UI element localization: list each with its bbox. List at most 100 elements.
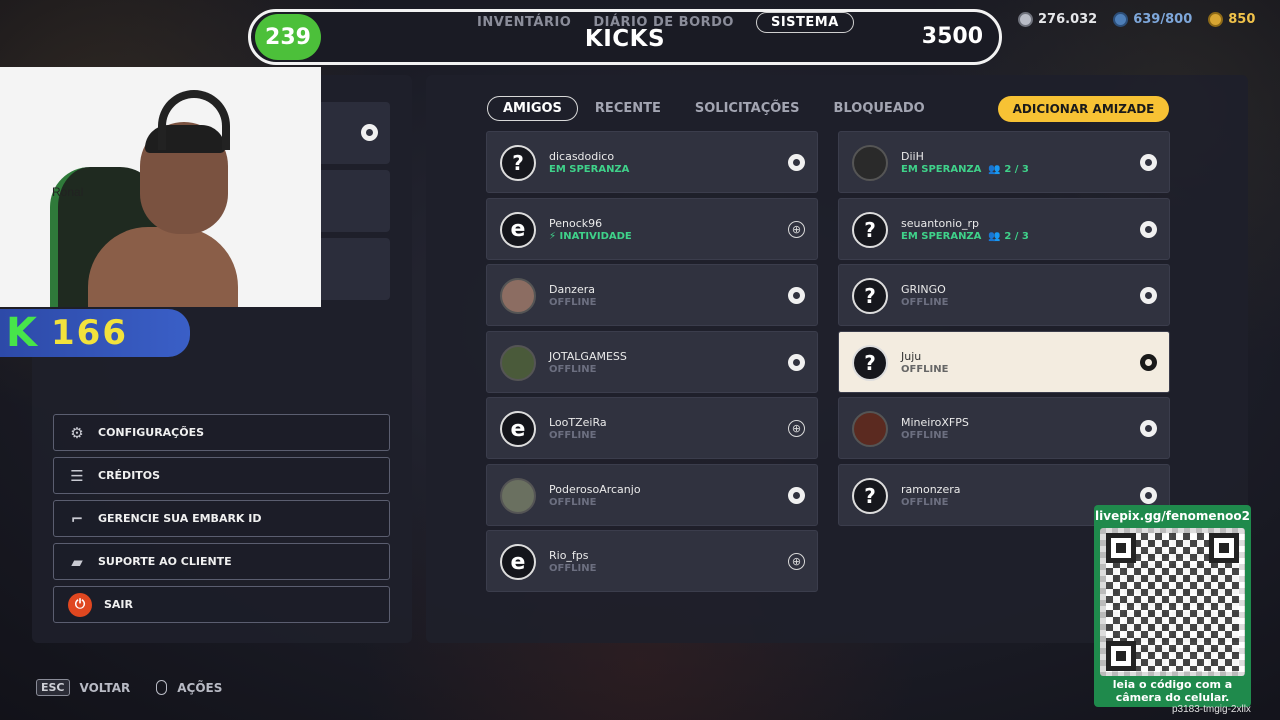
- friend-status: OFFLINE: [549, 297, 597, 308]
- steam-icon: [788, 287, 805, 304]
- currency-value: 639/800: [1133, 12, 1193, 27]
- friends-column-left: ? dicasdodico EM SPERANZA e Penock96 ⚡ I…: [486, 131, 818, 592]
- friend-card[interactable]: Danzera OFFLINE: [486, 264, 818, 326]
- friend-name: Juju: [901, 349, 922, 363]
- friend-status: EM SPERANZA 👥 2 / 3: [901, 231, 1029, 242]
- credits-button[interactable]: ☰ CRÉDITOS: [53, 457, 390, 494]
- tab-bloqueado[interactable]: BLOQUEADO: [817, 97, 942, 120]
- kick-count: 166: [51, 313, 128, 353]
- settings-button[interactable]: ⚙ CONFIGURAÇÕES: [53, 414, 390, 451]
- friend-name: PoderosoArcanjo: [549, 482, 641, 496]
- kick-follower-badge: K 166: [0, 309, 190, 357]
- friend-status-text: EM SPERANZA: [901, 230, 982, 242]
- actions-hint[interactable]: AÇÕES: [177, 681, 222, 695]
- friend-card[interactable]: MineiroXFPS OFFLINE: [838, 397, 1170, 459]
- system-menu: ⚙ CONFIGURAÇÕES ☰ CRÉDITOS ⌐ GERENCIE SU…: [53, 414, 390, 623]
- tab-recente[interactable]: RECENTE: [578, 97, 678, 120]
- profile-photo-avatar: [500, 477, 536, 514]
- party-icon: 👥: [984, 164, 1001, 175]
- friend-name: ramonzera: [901, 482, 961, 496]
- currency-tickets: 639/800: [1113, 12, 1192, 27]
- friend-card[interactable]: ? seuantonio_rp EM SPERANZA 👥 2 / 3: [838, 197, 1170, 260]
- friend-card[interactable]: JOTALGAMESS OFFLINE: [486, 330, 818, 393]
- friend-card[interactable]: e Penock96 ⚡ INATIVIDADE ⊕: [486, 197, 818, 260]
- friend-name: Penock96: [549, 216, 603, 230]
- profile-photo-avatar: [500, 278, 536, 314]
- score-value: 3500: [921, 24, 983, 49]
- friends-tabs: AMIGOS RECENTE SOLICITAÇÕES BLOQUEADO: [487, 96, 942, 121]
- currency-multibucks: 276.032: [1018, 12, 1097, 27]
- friend-name: DiiH: [901, 150, 924, 163]
- unknown-avatar-icon: ?: [852, 211, 888, 248]
- currency-vris: 850: [1208, 12, 1255, 27]
- tickets-icon: [1113, 12, 1129, 27]
- unknown-avatar-icon: ?: [500, 145, 536, 181]
- tab-amigos[interactable]: AMIGOS: [487, 96, 578, 121]
- steam-icon: [1140, 353, 1157, 371]
- add-friend-button[interactable]: ADICIONAR AMIZADE: [998, 96, 1169, 122]
- steam-icon: [1140, 154, 1157, 171]
- steam-icon: [361, 124, 378, 141]
- friend-status: OFFLINE: [549, 363, 597, 375]
- power-icon: ⏻: [68, 592, 92, 617]
- menu-label: CRÉDITOS: [98, 469, 161, 482]
- friend-status: OFFLINE: [901, 297, 949, 308]
- donation-qr-overlay: livepix.gg/fenomenoo2 leia o código com …: [1094, 505, 1251, 707]
- steam-icon: [788, 486, 805, 504]
- esc-key-icon: ESC: [36, 679, 70, 696]
- currency-bar: 276.032 639/800 850: [1018, 12, 1255, 27]
- back-hint[interactable]: VOLTAR: [80, 681, 131, 695]
- manage-embark-id-button[interactable]: ⌐ GERENCIE SUA EMBARK ID: [53, 500, 390, 537]
- friend-name: LooTZeiRa: [549, 416, 607, 429]
- globe-icon: ⊕: [788, 420, 805, 437]
- friend-status: ⚡ INATIVIDADE: [549, 231, 632, 242]
- friend-card-selected[interactable]: ? Juju OFFLINE: [838, 330, 1170, 393]
- friend-card[interactable]: e Rio_fps OFFLINE ⊕: [486, 530, 818, 592]
- tab-solicitacoes[interactable]: SOLICITAÇÕES: [678, 97, 817, 120]
- qr-finder-pattern: [1106, 641, 1136, 671]
- steam-icon: [788, 353, 805, 371]
- embark-avatar-icon: e: [500, 211, 536, 248]
- friend-status: OFFLINE: [549, 496, 597, 508]
- customer-support-button[interactable]: ▰ SUPORTE AO CLIENTE: [53, 543, 390, 580]
- friend-status: OFFLINE: [901, 496, 949, 508]
- friend-name: Rio_fps: [549, 549, 589, 562]
- friend-card[interactable]: ? GRINGO OFFLINE: [838, 264, 1170, 326]
- friend-status: OFFLINE: [549, 563, 597, 574]
- friend-card[interactable]: PoderosoArcanjo OFFLINE: [486, 463, 818, 526]
- friend-status: OFFLINE: [901, 363, 949, 375]
- mouse-icon: [156, 680, 168, 695]
- friend-name: MineiroXFPS: [901, 416, 969, 429]
- qr-finder-pattern: [1209, 533, 1239, 563]
- top-bar: 239 INVENTÁRIO DIÁRIO DE BORDO SISTEMA K…: [248, 9, 1002, 65]
- friend-card[interactable]: DiiH EM SPERANZA 👥 2 / 3: [838, 131, 1170, 193]
- menu-label: CONFIGURAÇÕES: [98, 426, 205, 439]
- friend-card[interactable]: ? dicasdodico EM SPERANZA: [486, 131, 818, 193]
- quit-button[interactable]: ⏻ SAIR: [53, 586, 390, 623]
- friend-status-text: EM SPERANZA: [901, 164, 982, 175]
- friend-name: JOTALGAMESS: [549, 349, 627, 363]
- webcam-overlay: Ronal: [0, 67, 321, 307]
- friend-status: OFFLINE: [549, 430, 597, 441]
- qr-caption-line-1: leia o código com a: [1112, 678, 1233, 691]
- stream-code: p3183-tmgig-2xllx: [1172, 704, 1251, 715]
- chat-icon: ▰: [71, 552, 83, 571]
- headset-icon: [158, 90, 230, 150]
- boot-icon: ⌐: [70, 509, 84, 528]
- friend-card[interactable]: e LooTZeiRa OFFLINE ⊕: [486, 397, 818, 459]
- friend-status: OFFLINE: [901, 430, 949, 441]
- currency-value: 276.032: [1038, 12, 1098, 27]
- friend-status-text: INATIVIDADE: [559, 230, 632, 242]
- friend-name: Danzera: [549, 283, 595, 296]
- friend-name: GRINGO: [901, 283, 946, 296]
- globe-icon: ⊕: [788, 220, 805, 238]
- party-size: 2 / 3: [1004, 230, 1029, 242]
- steam-icon: [1140, 420, 1157, 437]
- qr-caption-line-2: câmera do celular.: [1115, 691, 1230, 704]
- friend-name: seuantonio_rp: [901, 216, 979, 230]
- input-hints: ESC VOLTAR AÇÕES: [36, 679, 222, 696]
- menu-label: SUPORTE AO CLIENTE: [98, 555, 232, 568]
- steam-icon: [788, 154, 805, 171]
- profile-photo-avatar: [852, 411, 888, 447]
- kick-logo-icon: K: [6, 310, 37, 356]
